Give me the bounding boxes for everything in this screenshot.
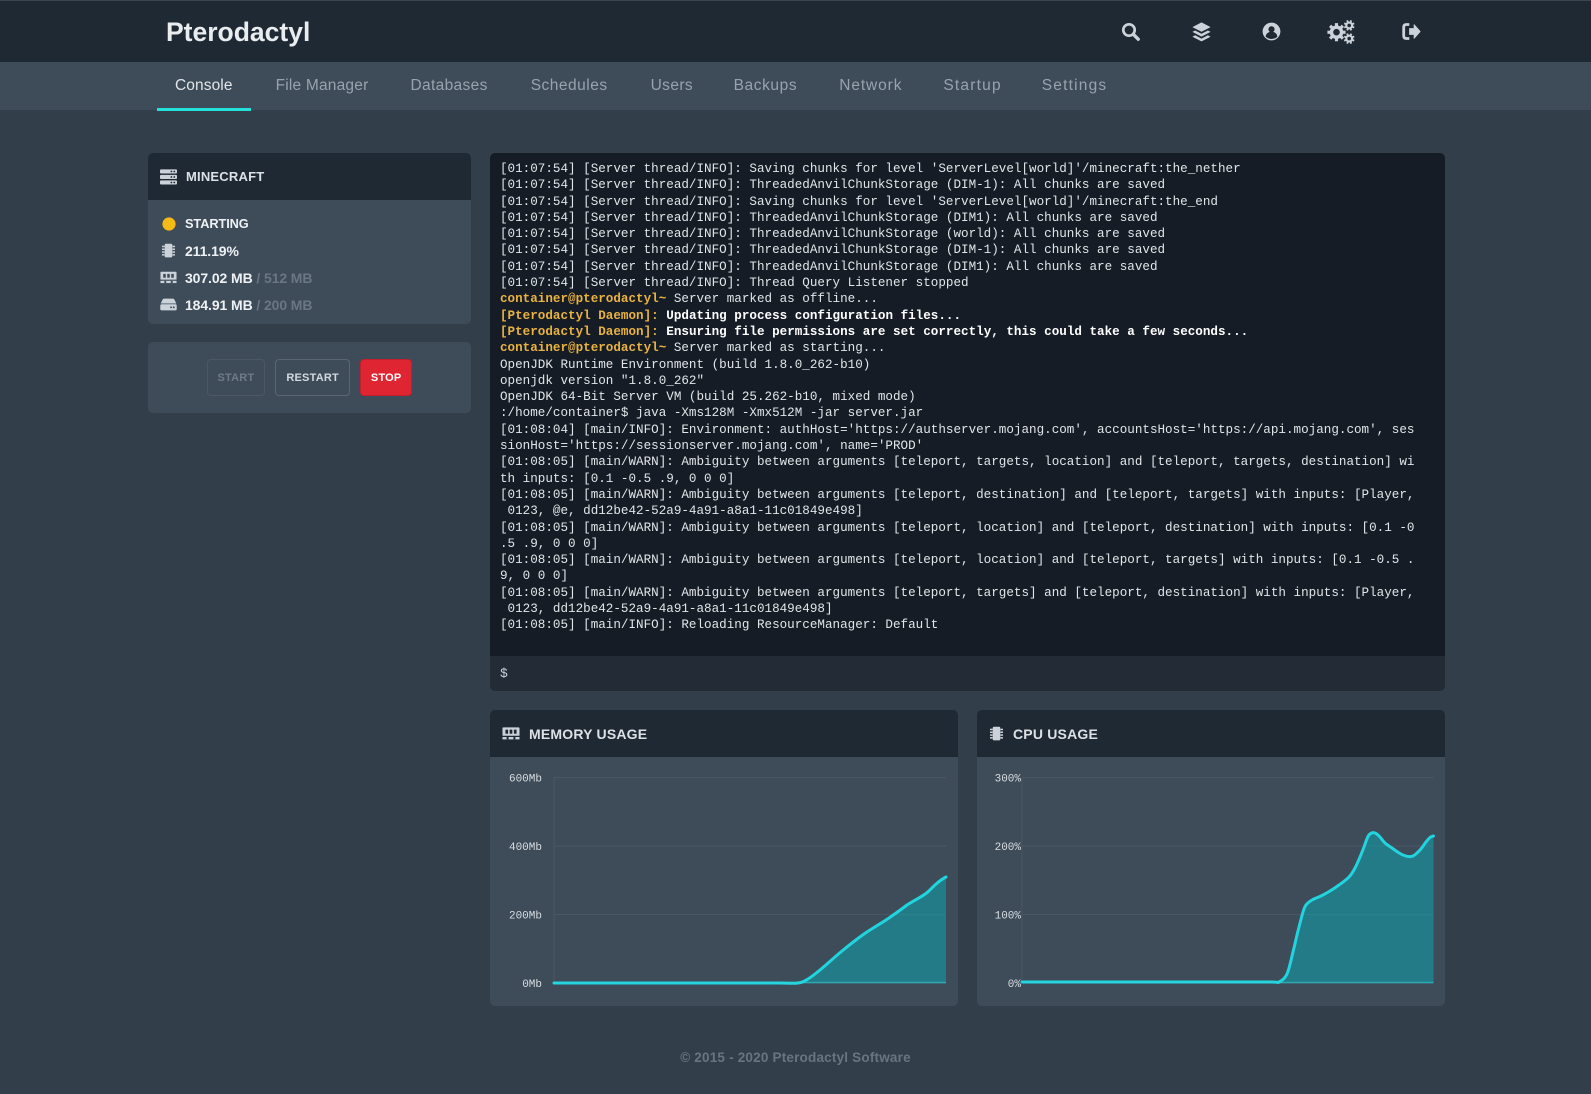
svg-text:400Mb: 400Mb	[509, 842, 542, 854]
svg-text:100%: 100%	[995, 911, 1022, 923]
svg-text:0%: 0%	[1008, 979, 1022, 991]
svg-text:300%: 300%	[995, 774, 1022, 786]
svg-text:200Mb: 200Mb	[509, 911, 542, 923]
svg-text:0Mb: 0Mb	[522, 979, 542, 991]
svg-text:600Mb: 600Mb	[509, 774, 542, 786]
svg-text:200%: 200%	[995, 842, 1022, 854]
